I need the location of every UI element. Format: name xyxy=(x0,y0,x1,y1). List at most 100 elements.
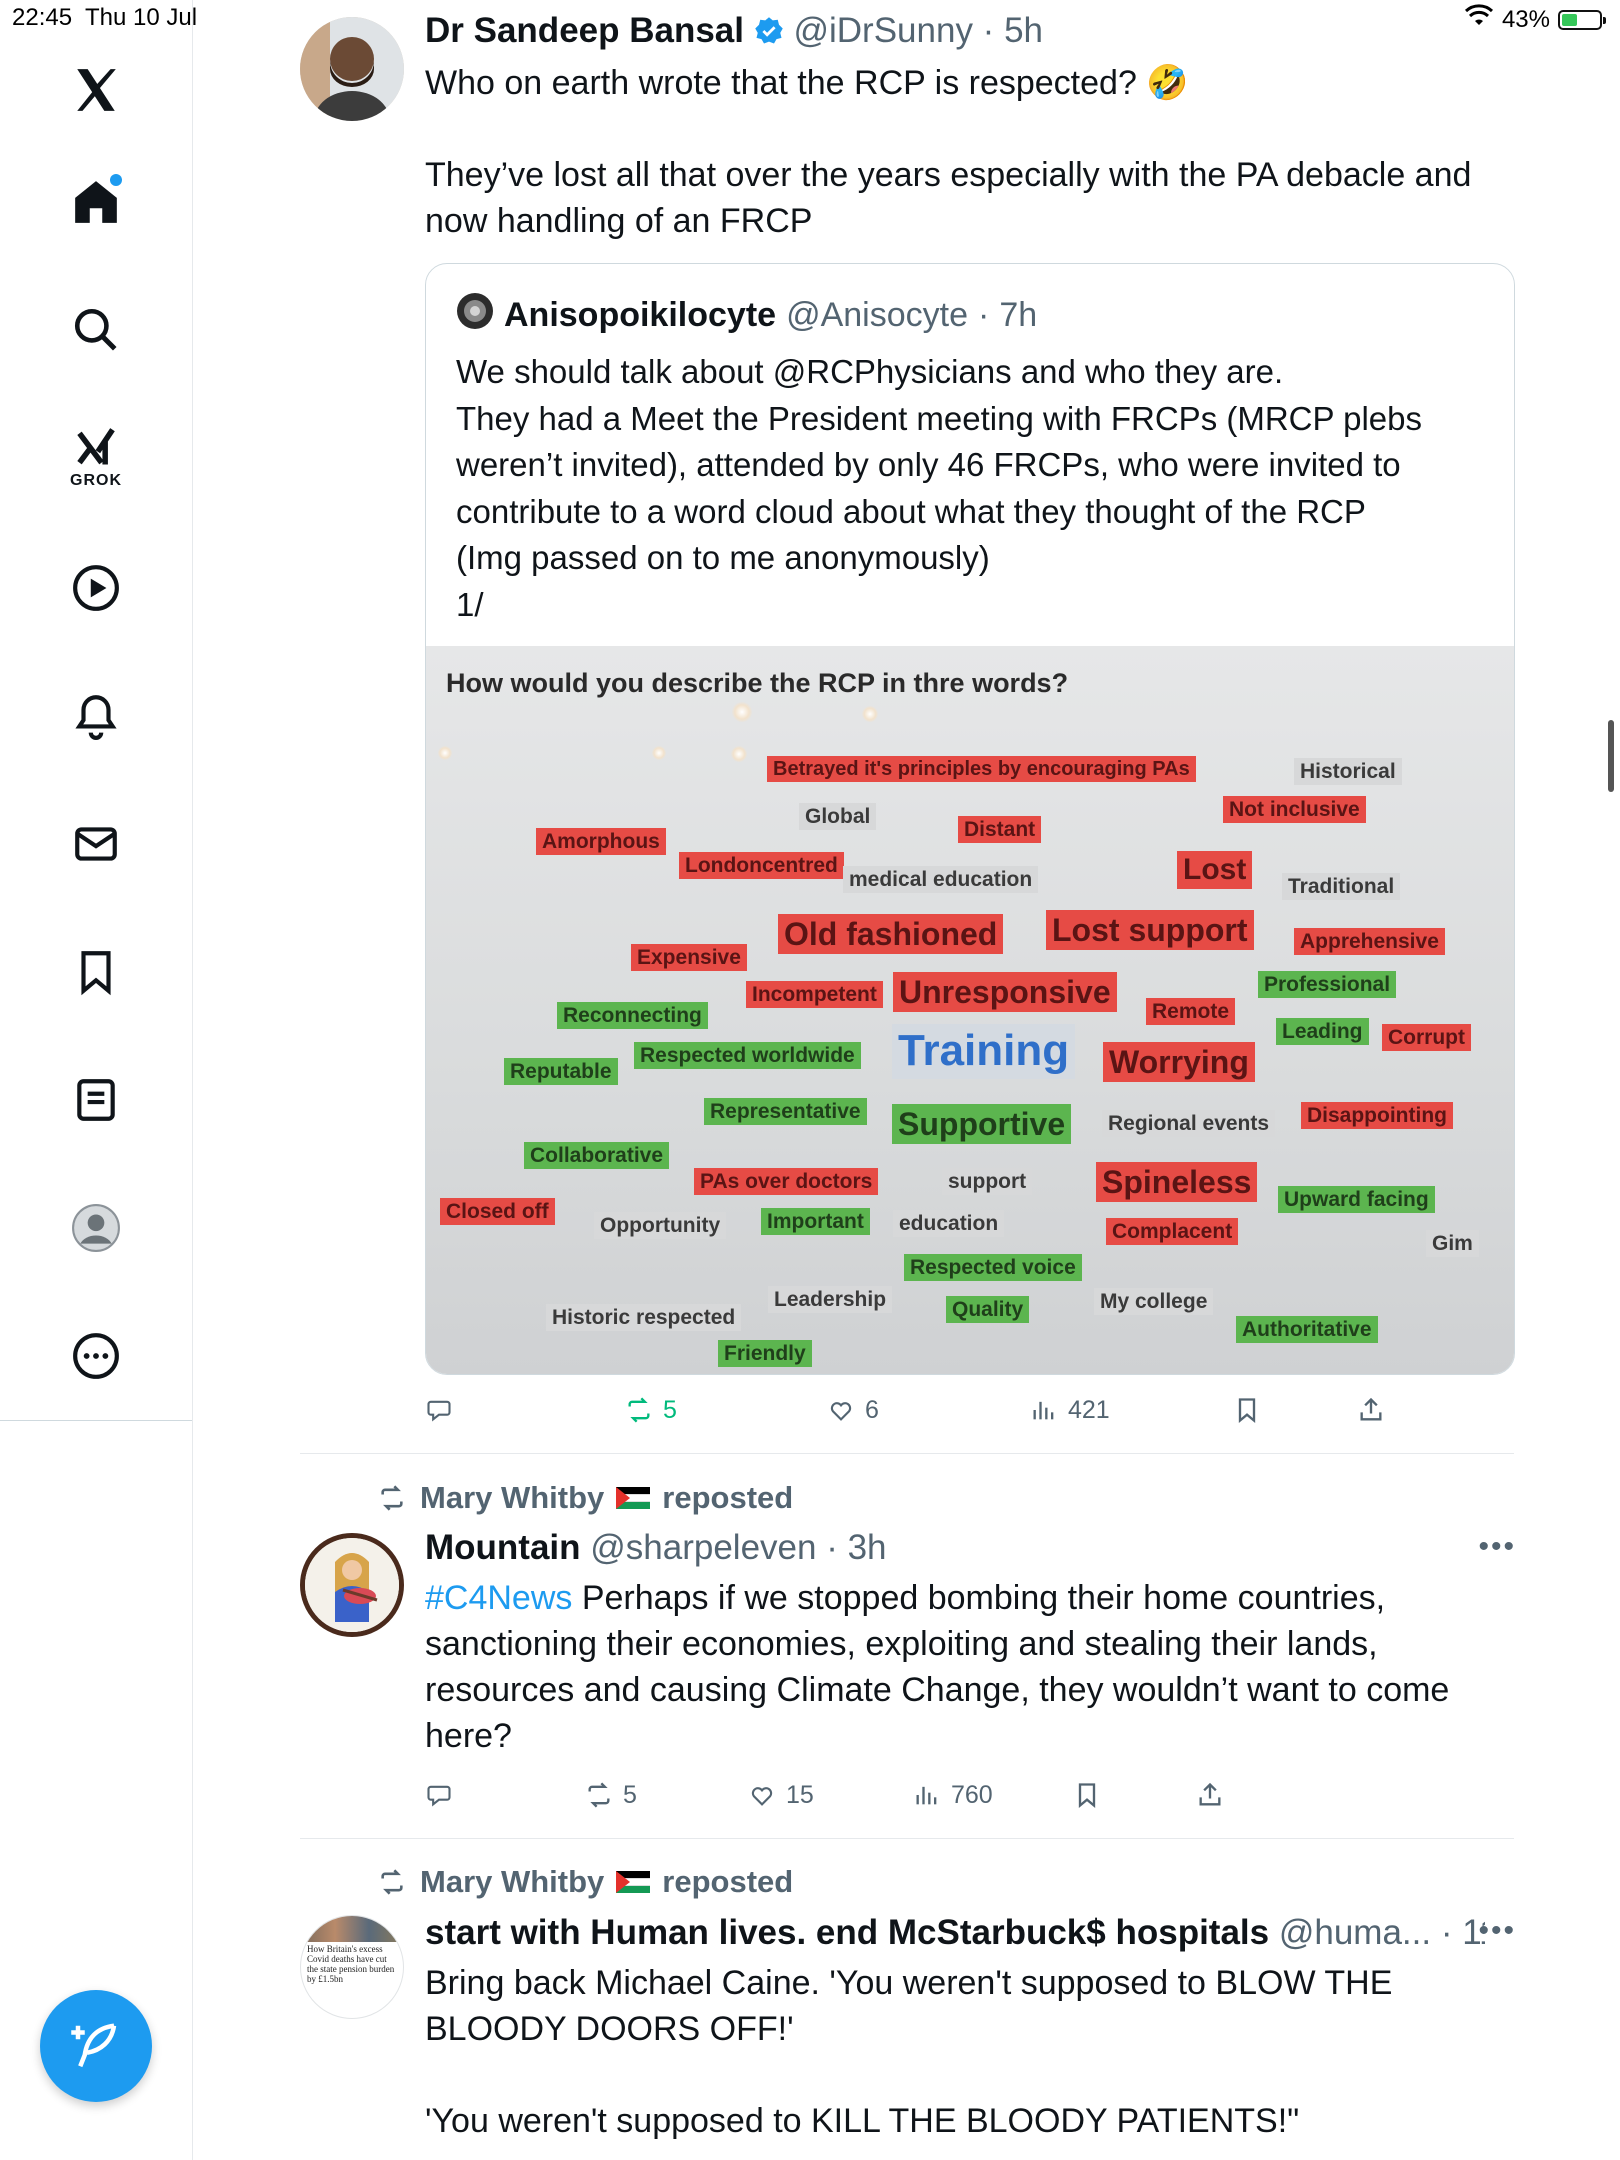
play-icon[interactable] xyxy=(46,548,146,628)
tweet-text-line: Perhaps if we stopped bombing their home… xyxy=(425,1579,1450,1755)
quoted-author-name: Anisopoikilocyte xyxy=(504,296,777,334)
quoted-tweet-time: 7h xyxy=(999,296,1038,334)
word-cloud-word: Old fashioned xyxy=(778,914,1004,955)
word-cloud-word: Respected worldwide xyxy=(634,1042,861,1070)
tweet-time[interactable]: 5h xyxy=(1004,11,1043,50)
word-cloud-word: Important xyxy=(761,1208,870,1236)
more-options-icon[interactable]: ••• xyxy=(1478,1530,1516,1564)
profile-icon[interactable] xyxy=(46,1188,146,1268)
quoted-text-line: (Img passed on to me anonymously) xyxy=(456,539,990,576)
word-cloud-word: Complacent xyxy=(1106,1218,1239,1246)
share-icon xyxy=(1360,1397,1382,1421)
like-button[interactable]: 6 xyxy=(827,1390,879,1430)
word-cloud-image[interactable]: How would you describe the RCP in thre w… xyxy=(426,646,1514,1374)
search-icon[interactable] xyxy=(46,290,146,370)
reposted-label: reposted xyxy=(662,1480,794,1515)
x-logo-icon[interactable] xyxy=(46,50,146,130)
views-button[interactable]: 421 xyxy=(1030,1390,1110,1430)
bookmark-icon xyxy=(1078,1783,1096,1808)
author-name[interactable]: Dr Sandeep Bansal xyxy=(425,11,744,50)
tweet-text: #C4News Perhaps if we stopped bombing th… xyxy=(425,1575,1495,1759)
repost-icon xyxy=(628,1397,650,1423)
word-cloud-word: Lost support xyxy=(1046,910,1254,951)
word-cloud-word: Worrying xyxy=(1103,1042,1255,1083)
author-handle[interactable]: @iDrSunny xyxy=(793,11,972,50)
bookmark-icon[interactable] xyxy=(46,932,146,1012)
share-button[interactable] xyxy=(1357,1390,1385,1430)
tweet-text-line: They’ve lost all that over the years esp… xyxy=(425,156,1472,240)
word-cloud-word: Reconnecting xyxy=(557,1002,708,1030)
tweet-actions: 5 15 760 xyxy=(425,1775,1620,1815)
views-icon xyxy=(916,1786,937,1805)
quoted-tweet-text: We should talk about @RCPhysicians and w… xyxy=(456,349,1484,628)
grok-icon[interactable]: GROK xyxy=(46,418,146,498)
word-cloud-word: Incompetent xyxy=(746,981,883,1009)
palestine-flag-icon xyxy=(616,1871,651,1893)
reposted-by-name: Mary Whitby xyxy=(420,1480,605,1515)
more-options-icon[interactable]: ••• xyxy=(1478,1914,1516,1948)
grok-label: GROK xyxy=(70,472,122,489)
word-cloud-word: Professional xyxy=(1258,971,1397,999)
like-count: 6 xyxy=(865,1395,879,1424)
author-handle[interactable]: @huma... xyxy=(1279,1913,1431,1952)
word-cloud-word: Quality xyxy=(946,1296,1030,1324)
quoted-text-line: They had a Meet the President meeting wi… xyxy=(456,399,1422,530)
home-icon[interactable] xyxy=(46,162,146,242)
author-handle[interactable]: @sharpeleven xyxy=(590,1528,816,1567)
views-button[interactable]: 760 xyxy=(913,1775,993,1815)
word-cloud-word: Upward facing xyxy=(1278,1186,1435,1214)
quoted-tweet[interactable]: Anisopoikilocyte @Anisocyte · 7h We should… xyxy=(425,263,1515,1375)
repost-icon xyxy=(588,1782,610,1808)
reposted-label: reposted xyxy=(662,1864,794,1899)
author-name[interactable]: start with Human lives. end McStarbuck$ … xyxy=(425,1913,1269,1952)
word-cloud-word: Lost xyxy=(1177,851,1253,889)
reply-icon xyxy=(427,1400,451,1422)
palestine-flag-icon xyxy=(616,1487,651,1509)
repost-button[interactable]: 5 xyxy=(625,1390,677,1430)
list-icon[interactable] xyxy=(46,1060,146,1140)
word-cloud-word: Regional events xyxy=(1102,1110,1276,1138)
share-button[interactable] xyxy=(1196,1775,1224,1815)
scrollbar[interactable] xyxy=(1608,720,1614,792)
repost-indicator[interactable]: Mary Whitby reposted xyxy=(376,1480,793,1516)
like-button[interactable]: 15 xyxy=(748,1775,814,1815)
bell-icon[interactable] xyxy=(46,676,146,756)
avatar[interactable] xyxy=(300,17,404,121)
word-cloud-word: Authoritative xyxy=(1236,1316,1378,1344)
word-cloud-word: Distant xyxy=(958,816,1042,844)
like-count: 15 xyxy=(786,1780,814,1809)
tweet-divider xyxy=(300,1453,1514,1454)
word-cloud-word: Spineless xyxy=(1096,1162,1258,1203)
bookmark-button[interactable] xyxy=(1233,1390,1261,1430)
word-cloud-word: support xyxy=(942,1168,1033,1196)
tweet-text: Bring back Michael Caine. 'You weren't s… xyxy=(425,1960,1445,2144)
repost-button[interactable]: 5 xyxy=(585,1775,637,1815)
word-cloud-word: Closed off xyxy=(440,1198,555,1226)
reply-button[interactable] xyxy=(425,1390,463,1430)
avatar[interactable]: How Britain's excess Covid deaths have c… xyxy=(300,1915,404,2019)
word-cloud-word: Traditional xyxy=(1282,873,1401,901)
mail-icon[interactable] xyxy=(46,804,146,884)
more-icon[interactable] xyxy=(46,1316,146,1396)
word-cloud-word: Respected voice xyxy=(904,1254,1082,1282)
repost-count: 5 xyxy=(663,1395,677,1424)
author-name[interactable]: Mountain xyxy=(425,1528,581,1567)
word-cloud-word: Amorphous xyxy=(536,828,666,856)
tweet-time[interactable]: 3h xyxy=(848,1528,887,1567)
repost-indicator[interactable]: Mary Whitby reposted xyxy=(376,1864,793,1900)
reply-button[interactable] xyxy=(425,1775,463,1815)
avatar-headline: How Britain's excess Covid deaths have c… xyxy=(307,1944,395,1984)
bookmark-button[interactable] xyxy=(1073,1775,1101,1815)
home-notification-dot xyxy=(110,174,122,186)
hashtag-link[interactable]: #C4News xyxy=(425,1579,572,1617)
compose-button[interactable] xyxy=(40,1990,152,2102)
heart-icon xyxy=(751,1787,773,1806)
avatar[interactable] xyxy=(300,1533,404,1637)
word-cloud-word: Londoncentred xyxy=(679,852,844,880)
tweet-text-line: Who on earth wrote that the RCP is respe… xyxy=(425,64,1189,102)
word-cloud-word: Disappointing xyxy=(1301,1102,1453,1130)
word-cloud-word: Unresponsive xyxy=(893,972,1117,1013)
tweet-header: Mountain @sharpeleven · 3h xyxy=(425,1528,887,1567)
word-cloud-word: Not inclusive xyxy=(1223,796,1366,824)
word-cloud-word: Reputable xyxy=(504,1058,618,1086)
